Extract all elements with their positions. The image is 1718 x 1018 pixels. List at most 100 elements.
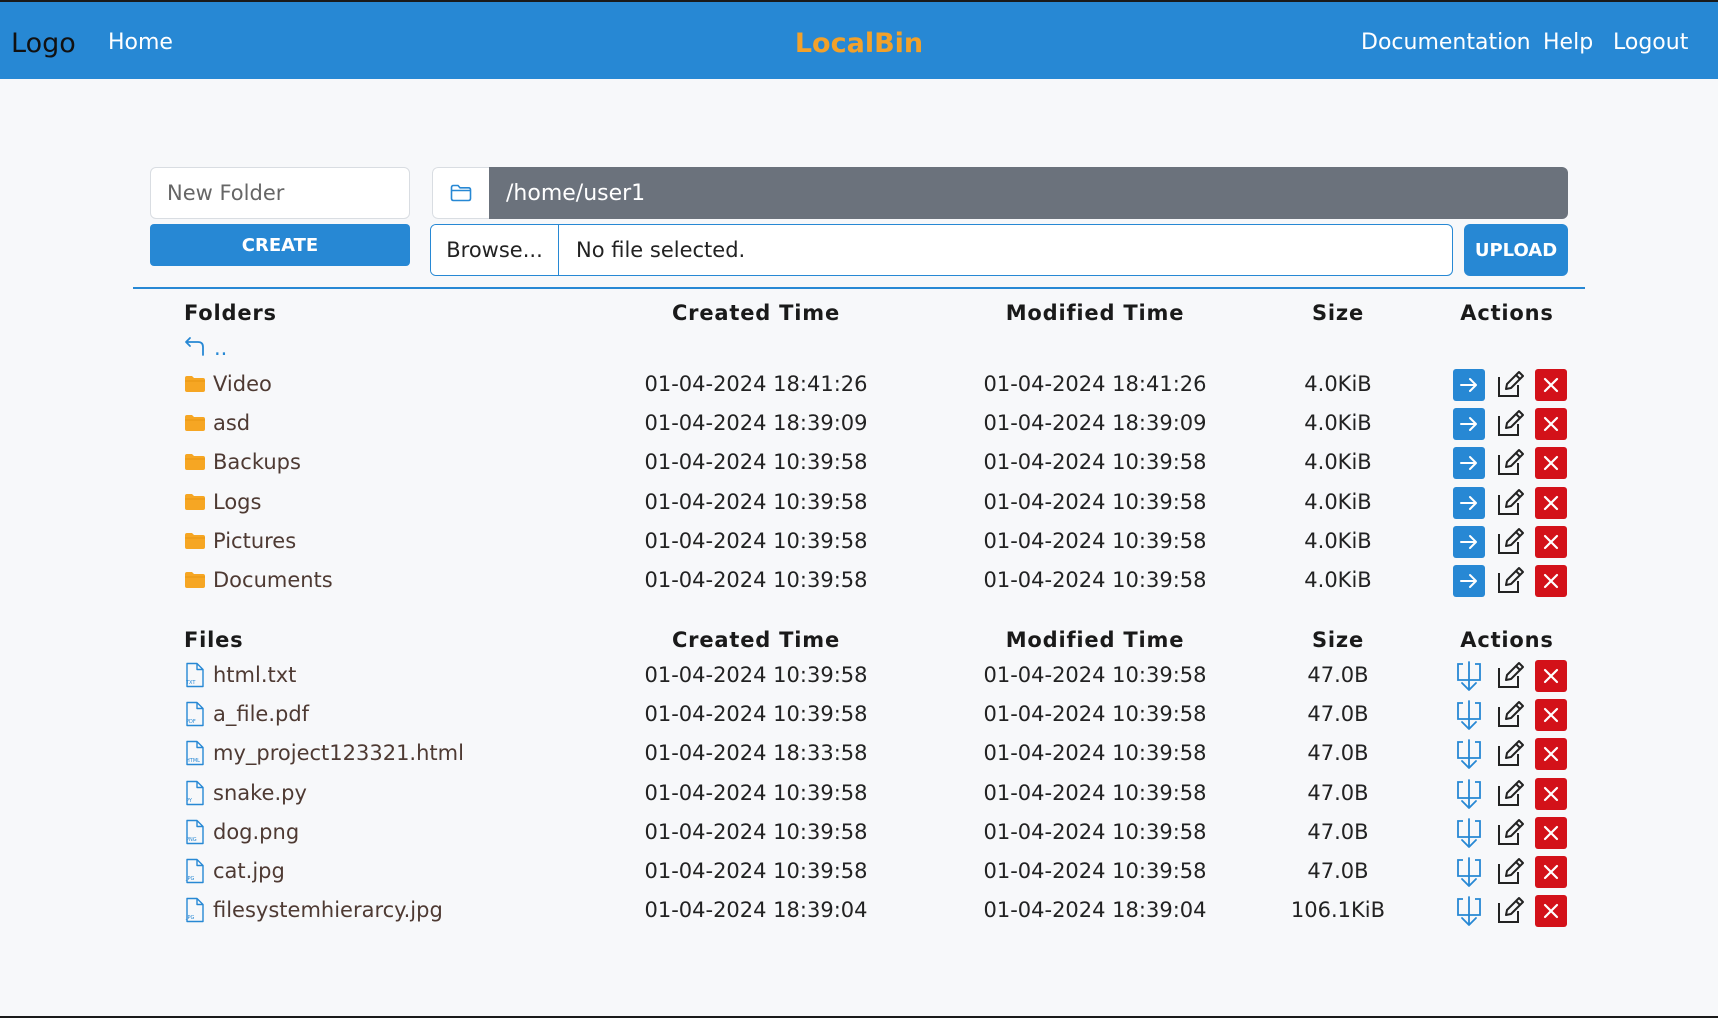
arrow-right-icon (1460, 574, 1477, 588)
created-time: 01-04-2024 18:39:09 (644, 411, 868, 436)
edit-icon (1498, 740, 1524, 767)
edit-icon (1498, 662, 1524, 688)
svg-text:PDF: PDF (186, 719, 196, 725)
delete-button[interactable] (1535, 525, 1567, 558)
file-name[interactable]: cat.jpg (213, 859, 285, 883)
folder-icon (184, 364, 211, 404)
delete-button[interactable] (1535, 895, 1567, 928)
folder-name[interactable]: Pictures (213, 529, 296, 553)
upload-button[interactable]: UPLOAD (1464, 224, 1568, 276)
file-name[interactable]: filesystemhierarcy.jpg (213, 898, 443, 922)
close-icon (1543, 904, 1559, 919)
folder-name[interactable]: Backups (213, 450, 301, 474)
modified-time: 01-04-2024 18:39:09 (983, 411, 1207, 436)
edit-button[interactable] (1494, 565, 1526, 597)
edit-button[interactable] (1494, 526, 1526, 558)
nav-help-link[interactable]: Help (1543, 30, 1593, 55)
file-icon: TXT (184, 655, 211, 695)
new-folder-input[interactable] (150, 167, 410, 219)
size: 47.0B (1307, 819, 1369, 844)
edit-icon (1498, 858, 1524, 884)
created-time: 01-04-2024 10:39:58 (644, 819, 868, 844)
edit-button[interactable] (1494, 447, 1526, 479)
file-input[interactable]: Browse... No file selected. (430, 224, 1453, 276)
created-time: 01-04-2024 18:39:04 (644, 898, 868, 923)
download-button[interactable] (1453, 699, 1485, 731)
delete-button[interactable] (1535, 408, 1567, 441)
modified-time: 01-04-2024 10:39:58 (983, 741, 1207, 766)
logo[interactable]: Logo (11, 28, 76, 59)
file-name[interactable]: dog.png (213, 820, 299, 844)
row-actions (1453, 525, 1573, 558)
parent-directory-link[interactable]: .. (184, 333, 227, 363)
open-folder-button[interactable] (1453, 565, 1485, 597)
delete-button[interactable] (1535, 565, 1567, 597)
created-time: 01-04-2024 10:39:58 (644, 859, 868, 883)
navbar: Logo Home LocalBin Documentation Help Lo… (0, 0, 1718, 79)
download-button[interactable] (1453, 856, 1485, 888)
nav-home-link[interactable]: Home (108, 30, 173, 55)
edit-button[interactable] (1494, 408, 1526, 440)
folders-heading: Folders (184, 301, 277, 325)
close-icon (1543, 825, 1559, 840)
nav-logout-link[interactable]: Logout (1613, 30, 1688, 55)
modified-time: 01-04-2024 18:41:26 (983, 372, 1207, 396)
download-button[interactable] (1453, 660, 1485, 692)
edit-button[interactable] (1494, 487, 1526, 519)
create-folder-button[interactable]: CREATE (150, 224, 410, 266)
edit-icon (1498, 897, 1524, 924)
row-actions (1453, 447, 1573, 480)
edit-button[interactable] (1494, 856, 1526, 888)
arrow-right-icon (1460, 417, 1477, 432)
file-row: TXT html.txt 01-04-2024 10:39:58 01-04-2… (0, 655, 1718, 695)
open-folder-button[interactable] (1453, 525, 1485, 558)
file-name[interactable]: snake.py (213, 781, 307, 805)
delete-button[interactable] (1535, 699, 1567, 732)
folder-row: Pictures 01-04-2024 10:39:58 01-04-2024 … (0, 521, 1718, 561)
delete-button[interactable] (1535, 777, 1567, 810)
edit-button[interactable] (1494, 817, 1526, 849)
created-time: 01-04-2024 18:41:26 (644, 372, 868, 396)
size: 47.0B (1307, 780, 1369, 805)
delete-button[interactable] (1535, 447, 1567, 480)
folder-name[interactable]: Documents (213, 568, 333, 592)
edit-button[interactable] (1494, 895, 1526, 927)
edit-button[interactable] (1494, 369, 1526, 401)
file-icon: PNG (184, 812, 211, 852)
delete-button[interactable] (1535, 816, 1567, 849)
download-button[interactable] (1453, 738, 1485, 770)
file-name[interactable]: html.txt (213, 663, 296, 687)
delete-button[interactable] (1535, 486, 1567, 519)
file-name[interactable]: my_project123321.html (213, 741, 464, 765)
edit-button[interactable] (1494, 699, 1526, 731)
edit-button[interactable] (1494, 778, 1526, 810)
current-path: /home/user1 (489, 167, 1568, 219)
size: 47.0B (1307, 663, 1369, 687)
created-time: 01-04-2024 10:39:58 (644, 780, 868, 805)
download-button[interactable] (1453, 895, 1485, 927)
delete-button[interactable] (1535, 660, 1567, 692)
created-time: 01-04-2024 18:33:58 (644, 741, 868, 766)
size: 4.0KiB (1304, 372, 1372, 396)
delete-button[interactable] (1535, 369, 1567, 401)
download-button[interactable] (1453, 778, 1485, 810)
row-actions (1453, 777, 1573, 810)
delete-button[interactable] (1535, 856, 1567, 888)
delete-button[interactable] (1535, 738, 1567, 771)
open-folder-button[interactable] (1453, 369, 1485, 401)
nav-documentation-link[interactable]: Documentation (1361, 30, 1531, 55)
browse-button[interactable]: Browse... (431, 225, 559, 275)
svg-text:JPG: JPG (185, 915, 194, 921)
folder-name[interactable]: Logs (213, 490, 261, 514)
edit-button[interactable] (1494, 738, 1526, 770)
folder-name[interactable]: asd (213, 411, 250, 435)
download-button[interactable] (1453, 817, 1485, 849)
open-folder-button[interactable] (1453, 486, 1485, 519)
folder-name[interactable]: Video (213, 372, 272, 396)
open-folder-button[interactable] (1453, 408, 1485, 441)
file-name[interactable]: a_file.pdf (213, 702, 309, 726)
size: 47.0B (1307, 741, 1369, 766)
edit-icon (1498, 488, 1524, 515)
edit-button[interactable] (1494, 660, 1526, 692)
open-folder-button[interactable] (1453, 447, 1485, 480)
